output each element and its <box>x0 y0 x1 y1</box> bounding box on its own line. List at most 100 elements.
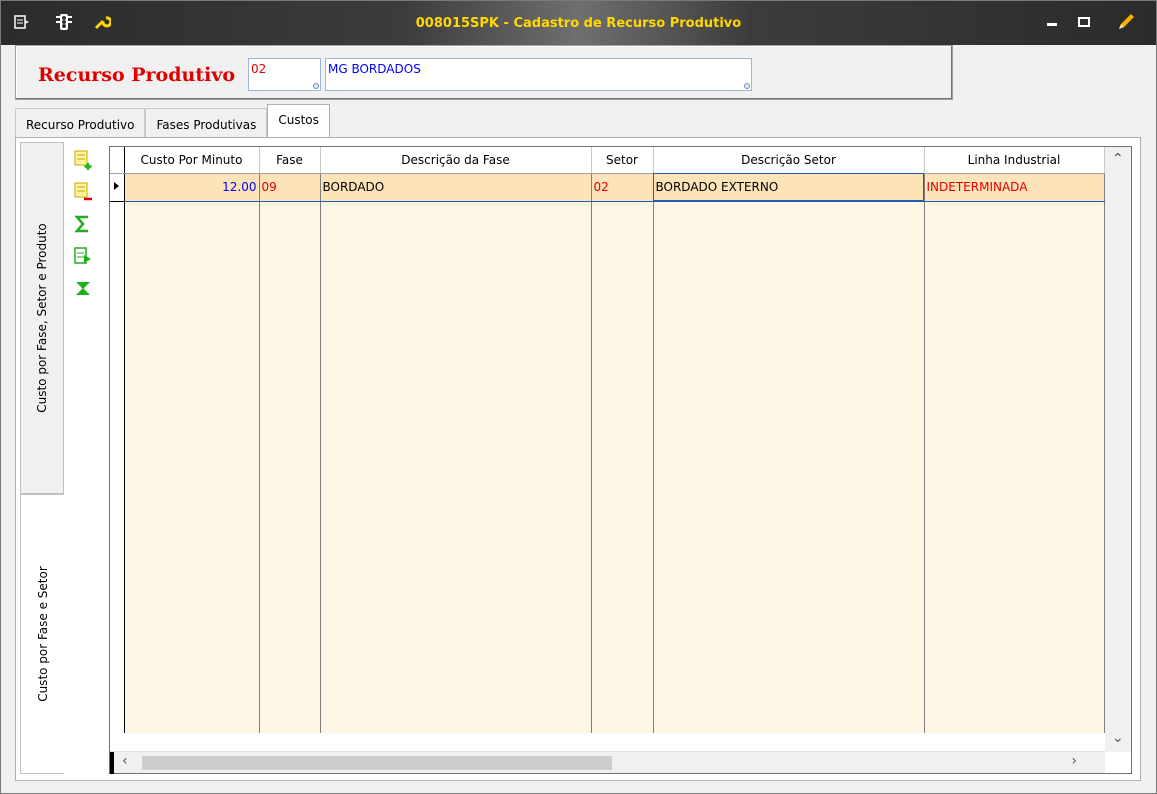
empty-cell <box>653 201 925 229</box>
indicator-header <box>110 147 125 174</box>
empty-cell <box>653 593 925 621</box>
pencil-icon[interactable] <box>1115 11 1137 33</box>
empty-cell <box>320 481 592 509</box>
name-field[interactable]: MG BORDADOS <box>325 58 752 91</box>
empty-cell <box>591 509 654 537</box>
horizontal-scrollbar[interactable]: ‹ › <box>110 751 1105 774</box>
row-indicator-icon <box>110 173 125 202</box>
empty-cell <box>320 509 592 537</box>
empty-cell <box>653 369 925 397</box>
empty-cell <box>259 369 321 397</box>
empty-cell <box>124 397 260 425</box>
empty-cell <box>653 257 925 285</box>
row-indicator <box>110 593 125 621</box>
empty-cell <box>124 677 260 705</box>
empty-cell <box>924 705 1105 733</box>
empty-cell <box>653 285 925 313</box>
cell-setor[interactable]: 02 <box>591 172 654 202</box>
empty-cell <box>924 649 1105 677</box>
empty-cell <box>924 593 1105 621</box>
row-indicator <box>110 509 125 537</box>
column-header[interactable]: Setor <box>591 147 654 174</box>
export-icon[interactable] <box>68 240 98 272</box>
column-header[interactable]: Linha Industrial <box>924 147 1105 174</box>
column-header[interactable]: Descrição da Fase <box>320 147 592 174</box>
empty-row <box>110 537 1105 565</box>
empty-cell <box>653 341 925 369</box>
empty-row <box>110 565 1105 593</box>
empty-cell <box>591 621 654 649</box>
empty-cell <box>320 201 592 229</box>
side-tab-custo-fase-setor-produto[interactable]: Custo por Fase, Setor e Produto <box>20 142 64 494</box>
frozen-divider <box>110 752 114 774</box>
row-indicator <box>110 481 125 509</box>
empty-cell <box>924 369 1105 397</box>
add-row-icon[interactable] <box>68 144 98 176</box>
costs-table: Custo Por Minuto Fase Descrição da Fase … <box>110 147 1105 733</box>
maximize-icon[interactable] <box>1073 11 1095 33</box>
sum-icon[interactable] <box>68 208 98 240</box>
cell-descricao-setor[interactable]: BORDADO EXTERNO <box>653 172 925 202</box>
scroll-right-icon[interactable]: › <box>1071 753 1077 769</box>
empty-cell <box>320 453 592 481</box>
cell-fase[interactable]: 09 <box>259 172 321 202</box>
tab-recurso-produtivo[interactable]: Recurso Produtivo <box>15 108 146 138</box>
empty-cell <box>124 481 260 509</box>
empty-cell <box>924 425 1105 453</box>
remove-row-icon[interactable] <box>68 176 98 208</box>
filter-icon[interactable] <box>68 272 98 304</box>
empty-cell <box>591 649 654 677</box>
cell-custo-por-minuto[interactable]: 12.00 <box>124 172 260 202</box>
empty-cell <box>653 481 925 509</box>
column-header[interactable]: Descrição Setor <box>653 147 925 174</box>
vertical-scrollbar[interactable]: ⌃ ⌄ <box>1105 147 1131 752</box>
costs-grid[interactable]: Custo Por Minuto Fase Descrição da Fase … <box>109 146 1132 774</box>
scroll-down-icon[interactable]: ⌄ <box>1112 730 1124 746</box>
row-indicator <box>110 537 125 565</box>
empty-cell <box>259 257 321 285</box>
empty-cell <box>124 257 260 285</box>
tab-custos[interactable]: Custos <box>267 104 330 138</box>
recurso-produtivo-label: Recurso Produtivo <box>38 64 236 86</box>
empty-cell <box>259 705 321 733</box>
empty-cell <box>924 257 1105 285</box>
side-tab-label: Custo por Fase e Setor <box>35 566 50 702</box>
row-indicator <box>110 369 125 397</box>
row-indicator <box>110 621 125 649</box>
code-field[interactable]: 02 <box>248 58 321 91</box>
empty-cell <box>259 313 321 341</box>
empty-row <box>110 593 1105 621</box>
scroll-left-icon[interactable]: ‹ <box>122 753 128 769</box>
empty-row <box>110 621 1105 649</box>
tab-fases-produtivas[interactable]: Fases Produtivas <box>145 108 268 138</box>
lookup-icon[interactable] <box>744 83 750 89</box>
empty-cell <box>591 369 654 397</box>
empty-row <box>110 229 1105 257</box>
empty-cell <box>591 285 654 313</box>
side-tab-custo-fase-setor[interactable]: Custo por Fase e Setor <box>20 494 64 774</box>
empty-cell <box>259 537 321 565</box>
empty-cell <box>924 285 1105 313</box>
empty-cell <box>591 257 654 285</box>
empty-row <box>110 341 1105 369</box>
empty-row <box>110 453 1105 481</box>
empty-cell <box>924 341 1105 369</box>
cell-linha-industrial[interactable]: INDETERMINADA <box>924 172 1105 202</box>
empty-cell <box>259 621 321 649</box>
empty-cell <box>124 649 260 677</box>
scroll-up-icon[interactable]: ⌃ <box>1112 151 1124 167</box>
lookup-icon[interactable] <box>313 83 319 89</box>
table-row[interactable]: 12.00 09 BORDADO 02 BORDADO EXTERNO INDE… <box>110 172 1105 202</box>
column-header[interactable]: Custo Por Minuto <box>124 147 260 174</box>
scroll-thumb[interactable] <box>142 756 612 770</box>
column-header[interactable]: Fase <box>259 147 321 174</box>
empty-cell <box>320 565 592 593</box>
empty-cell <box>653 313 925 341</box>
empty-cell <box>320 593 592 621</box>
empty-row <box>110 369 1105 397</box>
empty-cell <box>924 509 1105 537</box>
cell-descricao-fase[interactable]: BORDADO <box>320 172 592 202</box>
empty-cell <box>653 649 925 677</box>
empty-cell <box>320 677 592 705</box>
minimize-icon[interactable] <box>1041 11 1063 33</box>
